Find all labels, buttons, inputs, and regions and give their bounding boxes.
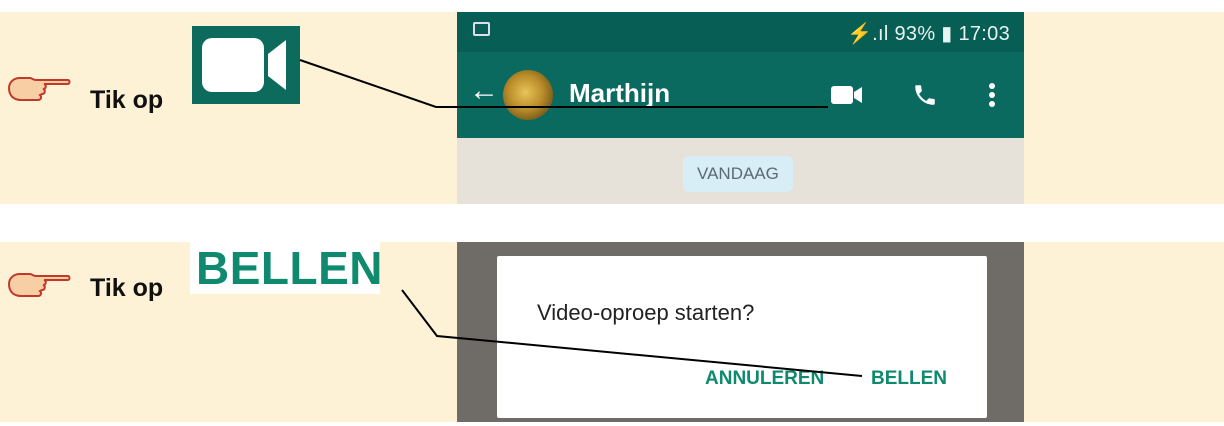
status-indicators: ⚡.ıl 93% ▮ 17:03 [846,23,1010,45]
cancel-button[interactable]: ANNULEREN [705,368,824,390]
chat-background: VANDAAG [457,138,1024,204]
video-camera-icon [831,86,862,104]
chat-app-bar: ← Marthijn [457,52,1024,138]
video-camera-icon [202,38,286,92]
dialog-title: Video-oproep starten? [537,300,755,325]
step-1-panel: Tik op ⚡.ıl 93% ▮ 17:03 ← Marthijn VANDA… [0,12,1224,204]
date-chip: VANDAAG [683,156,793,192]
pointing-hand-icon [7,273,71,297]
avatar[interactable] [503,70,553,120]
instruction-text: Tik op [90,86,164,114]
gallery-notification-icon [473,22,490,36]
call-button[interactable]: BELLEN [871,368,947,390]
voice-call-button[interactable] [903,52,947,138]
menu-button[interactable] [977,52,1007,138]
whatsapp-chat-screenshot: ⚡.ıl 93% ▮ 17:03 ← Marthijn VANDAAG [457,12,1024,204]
more-vert-icon [989,83,995,107]
instruction-text: Tik op [90,274,164,302]
confirm-dialog: Video-oproep starten? ANNULEREN BELLEN [497,256,987,418]
arrow-left-icon[interactable]: ← [469,76,499,106]
bellen-callout: BELLEN [190,242,383,294]
video-call-dialog-screenshot: Video-oproep starten? ANNULEREN BELLEN [457,242,1024,422]
video-call-button[interactable] [825,52,869,138]
step-2-panel: Tik op BELLEN Video-oproep starten? ANNU… [0,242,1224,422]
pointing-hand-icon [7,77,71,101]
status-bar: ⚡.ıl 93% ▮ 17:03 [457,12,1024,52]
phone-icon [915,85,935,105]
video-call-icon-callout [192,26,300,104]
contact-name[interactable]: Marthijn [569,78,670,109]
